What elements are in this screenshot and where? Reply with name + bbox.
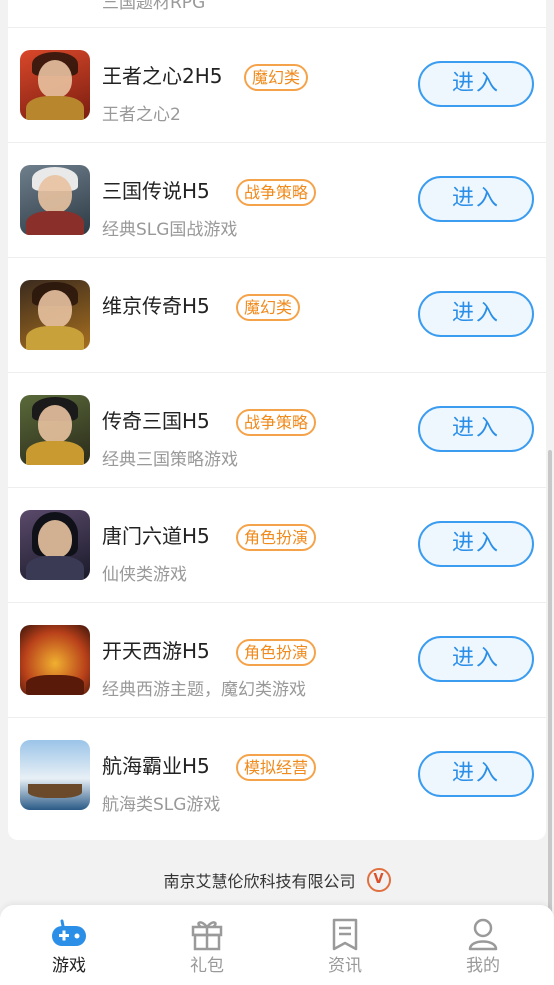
game-thumbnail[interactable] (20, 165, 90, 235)
game-thumbnail[interactable] (20, 280, 90, 350)
game-tag: 战争策略 (236, 409, 317, 436)
list-item: 开天西游H5 角色扮演 经典西游主题，魔幻类游戏 进入 (8, 603, 546, 718)
list-item: 三国传说H5 战争策略 经典SLG国战游戏 进入 (8, 143, 546, 258)
enter-button[interactable]: 进入 (418, 751, 534, 797)
game-desc: 经典西游主题，魔幻类游戏 (102, 680, 306, 700)
game-thumbnail[interactable] (20, 395, 90, 465)
tab-games[interactable]: 游戏 (0, 905, 138, 985)
gift-icon (191, 921, 223, 951)
enter-button[interactable]: 进入 (418, 61, 534, 107)
enter-button[interactable]: 进入 (418, 176, 534, 222)
game-desc: 经典三国策略游戏 (102, 450, 238, 470)
enter-button[interactable]: 进入 (418, 406, 534, 452)
game-desc: 仙侠类游戏 (102, 565, 187, 585)
tab-label: 礼包 (190, 956, 224, 976)
game-thumbnail[interactable] (20, 740, 90, 810)
company-footer: 南京艾慧伦欣科技有限公司 V (0, 868, 554, 892)
list-item: 唐门六道H5 角色扮演 仙侠类游戏 进入 (8, 488, 546, 603)
enter-button[interactable]: 进入 (418, 521, 534, 567)
news-icon (332, 918, 358, 951)
game-title: 唐门六道H5 (102, 524, 210, 548)
game-tag: 角色扮演 (236, 524, 317, 551)
tab-profile[interactable]: 我的 (414, 905, 552, 985)
tab-label: 我的 (466, 956, 500, 976)
bottom-tab-bar: 游戏 礼包 资讯 我的 (0, 905, 554, 985)
verified-badge-icon: V (366, 868, 391, 892)
list-item: 传奇三国H5 战争策略 经典三国策略游戏 进入 (8, 373, 546, 488)
game-desc: 王者之心2 (102, 105, 181, 125)
list-item: 王者之心2H5 魔幻类 王者之心2 进入 (8, 28, 546, 143)
scrollbar[interactable] (548, 450, 552, 970)
game-tag: 角色扮演 (236, 639, 317, 666)
game-thumbnail[interactable] (20, 510, 90, 580)
game-desc: 三国题材RPG (102, 0, 206, 13)
game-thumbnail[interactable] (20, 625, 90, 695)
tab-label: 资讯 (328, 956, 362, 976)
game-title: 传奇三国H5 (102, 409, 210, 433)
company-name: 南京艾慧伦欣科技有限公司 (163, 872, 356, 891)
game-title: 维京传奇H5 (102, 294, 210, 318)
list-item-partial[interactable]: 三国题材RPG (8, 0, 546, 28)
user-icon (468, 918, 498, 951)
game-thumbnail[interactable] (20, 50, 90, 120)
tab-news[interactable]: 资讯 (276, 905, 414, 985)
game-tag: 魔幻类 (236, 294, 301, 321)
enter-button[interactable]: 进入 (418, 636, 534, 682)
game-title: 三国传说H5 (102, 179, 210, 203)
game-title: 航海霸业H5 (102, 754, 210, 778)
game-desc: 航海类SLG游戏 (102, 795, 221, 815)
tab-gifts[interactable]: 礼包 (138, 905, 276, 985)
game-list-card: 三国题材RPG 王者之心2H5 魔幻类 王者之心2 进入 三国传说H5 战争策略… (8, 0, 546, 840)
list-item: 航海霸业H5 模拟经营 航海类SLG游戏 进入 (8, 718, 546, 833)
game-tag: 模拟经营 (236, 754, 317, 781)
game-title: 王者之心2H5 (102, 64, 223, 88)
enter-button[interactable]: 进入 (418, 291, 534, 337)
game-title: 开天西游H5 (102, 639, 210, 663)
gamepad-icon (52, 919, 86, 946)
game-tag: 魔幻类 (244, 64, 309, 91)
list-item: 维京传奇H5 魔幻类 进入 (8, 258, 546, 373)
game-desc: 经典SLG国战游戏 (102, 220, 238, 240)
tab-label: 游戏 (52, 956, 86, 976)
game-tag: 战争策略 (236, 179, 317, 206)
